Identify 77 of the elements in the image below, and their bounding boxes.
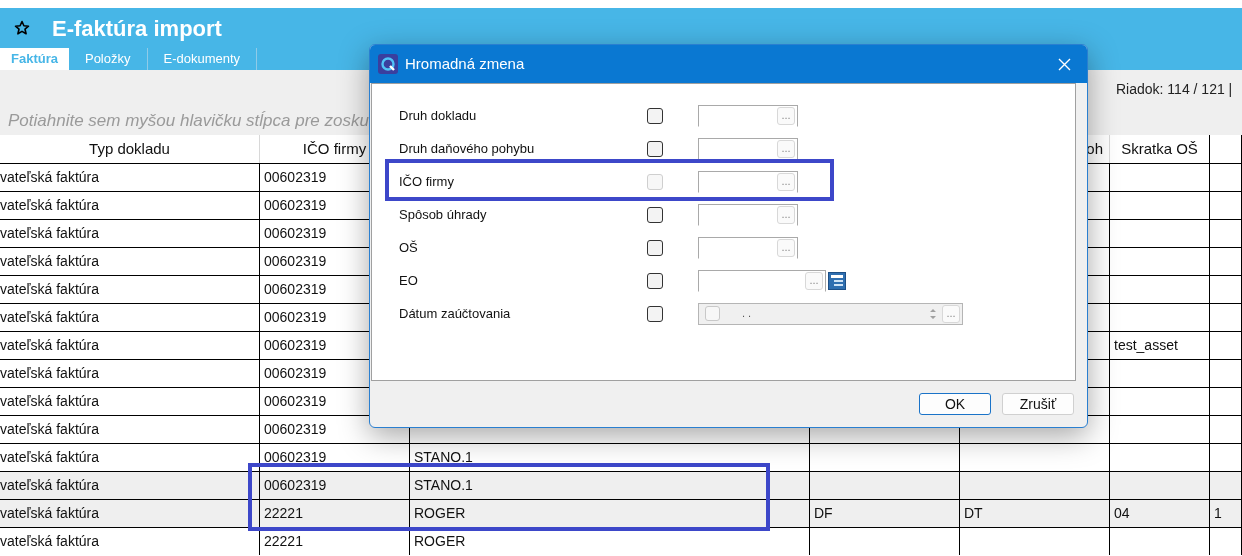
- table-cell-text: ROGER: [414, 532, 466, 551]
- table-cell-text: DT: [964, 504, 983, 523]
- group-by-hint: Potiahnite sem myšou hlavičku stĺpca pre zosku: [8, 110, 369, 132]
- dialog-button[interactable]: OK: [919, 393, 991, 415]
- table-cell-text: 00602319: [264, 308, 327, 327]
- browse-button[interactable]: ...: [777, 106, 795, 125]
- table-cell-text: vateľská faktúra: [0, 476, 100, 495]
- table-cell-text: 00602319: [264, 476, 327, 495]
- field-label: Dátum zaúčtovania: [399, 304, 512, 323]
- table-cell-text: vateľská faktúra: [0, 504, 100, 523]
- app-logo-icon: [378, 54, 398, 74]
- table-cell-text: 00602319: [264, 364, 327, 383]
- table-cell-text: 00602319: [264, 420, 327, 439]
- lookup-field[interactable]: ...: [698, 104, 798, 127]
- table-cell-text: vateľská faktúra: [0, 448, 100, 467]
- lookup-field[interactable]: ...: [698, 236, 798, 259]
- table-cell-text: vateľská faktúra: [0, 336, 100, 355]
- checkbox[interactable]: [647, 239, 663, 256]
- browse-button[interactable]: ...: [777, 139, 795, 158]
- table-cell-text: vateľská faktúra: [0, 532, 100, 551]
- table-cell-text: 00602319: [264, 336, 327, 355]
- browse-button[interactable]: ...: [777, 238, 795, 257]
- table-cell-text: vateľská faktúra: [0, 308, 100, 327]
- checkbox[interactable]: [647, 206, 663, 223]
- table-cell-text: vateľská faktúra: [0, 196, 100, 215]
- row-counter: Riadok: 114 / 121 |: [1116, 80, 1233, 99]
- tree-icon[interactable]: [828, 271, 846, 290]
- date-field[interactable]: . . ...: [698, 302, 963, 325]
- table-cell-text: vateľská faktúra: [0, 224, 100, 243]
- close-icon[interactable]: [1058, 57, 1071, 71]
- field-label: OŠ: [399, 238, 419, 257]
- table-cell-text: 00602319: [264, 448, 327, 467]
- table-cell-text: vateľská faktúra: [0, 392, 100, 411]
- table-cell-text: vateľská faktúra: [0, 252, 100, 271]
- checkbox[interactable]: [647, 272, 663, 289]
- date-mask: . .: [742, 306, 752, 322]
- table-cell-text: vateľská faktúra: [0, 280, 100, 299]
- table-cell-text: DF: [814, 504, 833, 523]
- column-header[interactable]: Skratka OŠ: [1121, 137, 1198, 161]
- table-cell-text: 00602319: [264, 280, 327, 299]
- lookup-field[interactable]: ...: [698, 203, 798, 226]
- table-cell-text: 00602319: [264, 224, 327, 243]
- app-title: E-faktúra import: [52, 14, 222, 43]
- table-cell-text: STANO.1: [414, 476, 473, 495]
- dialog-title: Hromadná zmena: [405, 53, 525, 74]
- field-label: IČO firmy: [399, 172, 455, 191]
- browse-button[interactable]: ...: [805, 271, 823, 290]
- table-cell-text: 00602319: [264, 252, 327, 271]
- field-label: Druh daňového pohybu: [399, 139, 536, 158]
- table-cell-text: 00602319: [264, 196, 327, 215]
- star-icon[interactable]: [14, 20, 30, 36]
- checkbox[interactable]: [647, 305, 663, 322]
- table-cell-text: vateľská faktúra: [0, 420, 100, 439]
- table-cell-text: 22221: [264, 504, 303, 523]
- lookup-field[interactable]: ...: [698, 269, 826, 292]
- table-cell-text: 1: [1214, 504, 1222, 523]
- checkbox[interactable]: [647, 140, 663, 157]
- table-cell-text: vateľská faktúra: [0, 168, 100, 187]
- lookup-field[interactable]: ...: [698, 137, 798, 160]
- field-label: Spôsob úhrady: [399, 205, 488, 224]
- table-cell-text: test_asset: [1114, 336, 1178, 355]
- tab[interactable]: Faktúra: [0, 48, 69, 70]
- table-cell-text: 04: [1114, 504, 1130, 523]
- table-cell-text: vateľská faktúra: [0, 364, 100, 383]
- table-cell-text: STANO.1: [414, 448, 473, 467]
- field-label: Druh dokladu: [399, 106, 478, 125]
- checkbox[interactable]: [647, 107, 663, 124]
- table-cell-text: 00602319: [264, 168, 327, 187]
- browse-button[interactable]: ...: [777, 205, 795, 224]
- dialog-button[interactable]: Zrušiť: [1002, 393, 1074, 415]
- column-header[interactable]: IČO firmy: [302, 137, 367, 161]
- table-cell-text: 22221: [264, 532, 303, 551]
- table-cell-text: ROGER: [414, 504, 466, 523]
- browse-button[interactable]: ...: [942, 304, 960, 323]
- field-label: EO: [399, 271, 419, 290]
- table-cell-text: 00602319: [264, 392, 327, 411]
- column-header[interactable]: Typ dokladu: [89, 137, 170, 161]
